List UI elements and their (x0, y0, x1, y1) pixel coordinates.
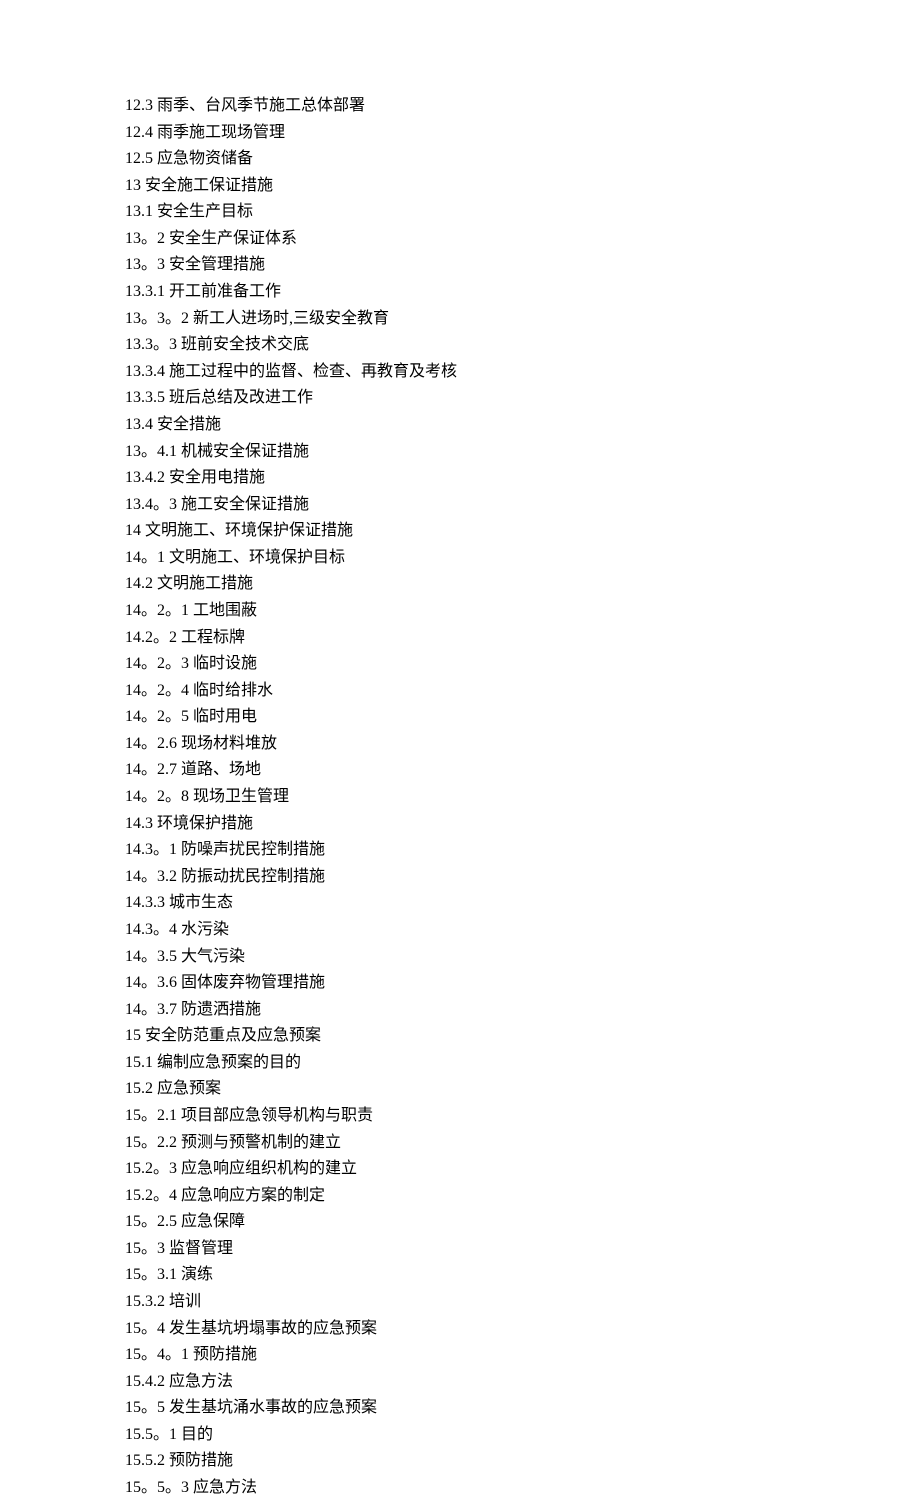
toc-entry: 13.3。3 班前安全技术交底 (125, 334, 920, 356)
toc-entry: 13.3.5 班后总结及改进工作 (125, 387, 920, 409)
toc-entry: 14。3.5 大气污染 (125, 946, 920, 968)
toc-entry: 15。2.1 项目部应急领导机构与职责 (125, 1105, 920, 1127)
toc-entry: 15.4.2 应急方法 (125, 1371, 920, 1393)
toc-entry: 15。3.1 演练 (125, 1264, 920, 1286)
toc-entry: 15.5。1 目的 (125, 1424, 920, 1446)
table-of-contents: 12.3 雨季、台风季节施工总体部署 12.4 雨季施工现场管理 12.5 应急物资… (125, 95, 920, 1499)
toc-entry: 15.2。3 应急响应组织机构的建立 (125, 1158, 920, 1180)
toc-entry: 14。2。3 临时设施 (125, 653, 920, 675)
toc-entry: 14。3.7 防遗洒措施 (125, 999, 920, 1021)
toc-entry: 15。5 发生基坑涌水事故的应急预案 (125, 1397, 920, 1419)
toc-entry: 14.3 环境保护措施 (125, 813, 920, 835)
toc-entry: 14.2 文明施工措施 (125, 573, 920, 595)
toc-entry: 14。2.7 道路、场地 (125, 759, 920, 781)
toc-entry: 12.5 应急物资储备 (125, 148, 920, 170)
toc-entry: 15 安全防范重点及应急预案 (125, 1025, 920, 1047)
toc-entry: 14。1 文明施工、环境保护目标 (125, 547, 920, 569)
toc-entry: 13。4.1 机械安全保证措施 (125, 441, 920, 463)
toc-entry: 13.4.2 安全用电措施 (125, 467, 920, 489)
toc-entry: 15。2.5 应急保障 (125, 1211, 920, 1233)
toc-entry: 15.2 应急预案 (125, 1078, 920, 1100)
toc-entry: 14.3。1 防噪声扰民控制措施 (125, 839, 920, 861)
toc-entry: 14。3.6 固体废弃物管理措施 (125, 972, 920, 994)
toc-entry: 14.3。4 水污染 (125, 919, 920, 941)
toc-entry: 15.3.2 培训 (125, 1291, 920, 1313)
toc-entry: 13。2 安全生产保证体系 (125, 228, 920, 250)
toc-entry: 13。3。2 新工人进场时,三级安全教育 (125, 308, 920, 330)
toc-entry: 13.4 安全措施 (125, 414, 920, 436)
toc-entry: 13。3 安全管理措施 (125, 254, 920, 276)
toc-entry: 15。2.2 预测与预警机制的建立 (125, 1132, 920, 1154)
toc-entry: 14。2.6 现场材料堆放 (125, 733, 920, 755)
toc-entry: 14 文明施工、环境保护保证措施 (125, 520, 920, 542)
toc-entry: 14。3.2 防振动扰民控制措施 (125, 866, 920, 888)
toc-entry: 13.3.1 开工前准备工作 (125, 281, 920, 303)
toc-entry: 15.1 编制应急预案的目的 (125, 1052, 920, 1074)
toc-entry: 13.3.4 施工过程中的监督、检查、再教育及考核 (125, 361, 920, 383)
toc-entry: 14.2。2 工程标牌 (125, 627, 920, 649)
toc-entry: 14.3.3 城市生态 (125, 892, 920, 914)
toc-entry: 13.4。3 施工安全保证措施 (125, 494, 920, 516)
toc-entry: 12.4 雨季施工现场管理 (125, 122, 920, 144)
toc-entry: 13.1 安全生产目标 (125, 201, 920, 223)
toc-entry: 14。2。5 临时用电 (125, 706, 920, 728)
toc-entry: 13 安全施工保证措施 (125, 175, 920, 197)
toc-entry: 15。4。1 预防措施 (125, 1344, 920, 1366)
toc-entry: 15。4 发生基坑坍塌事故的应急预案 (125, 1318, 920, 1340)
toc-entry: 15。5。3 应急方法 (125, 1477, 920, 1499)
toc-entry: 14。2。8 现场卫生管理 (125, 786, 920, 808)
toc-entry: 15.2。4 应急响应方案的制定 (125, 1185, 920, 1207)
toc-entry: 12.3 雨季、台风季节施工总体部署 (125, 95, 920, 117)
toc-entry: 15。3 监督管理 (125, 1238, 920, 1260)
toc-entry: 14。2。1 工地围蔽 (125, 600, 920, 622)
toc-entry: 15.5.2 预防措施 (125, 1450, 920, 1472)
toc-entry: 14。2。4 临时给排水 (125, 680, 920, 702)
